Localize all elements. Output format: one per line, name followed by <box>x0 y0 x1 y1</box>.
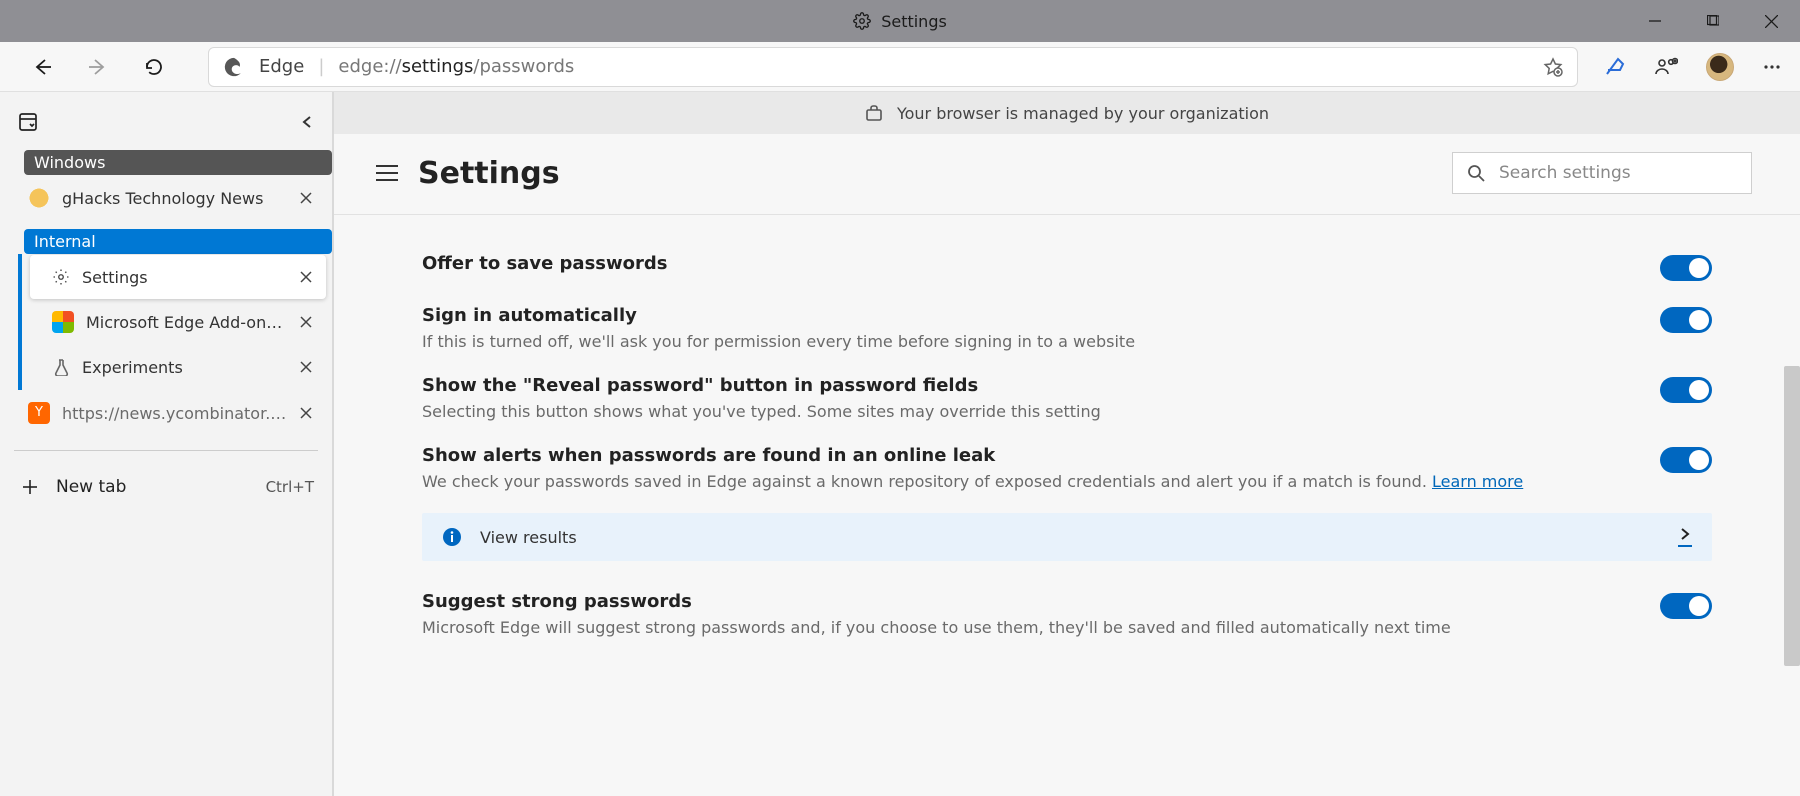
setting-label: Sign in automatically <box>422 305 1660 326</box>
browser-toolbar: Edge | edge://settings/passwords <box>0 42 1800 92</box>
setting-suggest-strong: Suggest strong passwords Microsoft Edge … <box>422 579 1712 649</box>
search-icon <box>1467 164 1485 182</box>
learn-more-link[interactable]: Learn more <box>1432 472 1523 491</box>
info-icon <box>442 527 462 547</box>
window-title: Settings <box>881 12 947 31</box>
settings-header: Settings Search settings <box>334 134 1800 215</box>
setting-leak-alerts: Show alerts when passwords are found in … <box>422 433 1712 503</box>
microsoft-favicon <box>52 311 74 333</box>
settings-content: Offer to save passwords Sign in automati… <box>334 215 1800 796</box>
close-icon[interactable] <box>300 192 312 204</box>
new-tab-shortcut: Ctrl+T <box>266 478 314 496</box>
back-button[interactable] <box>18 47 66 87</box>
maximize-button[interactable] <box>1684 0 1742 42</box>
tab-label: Settings <box>82 268 288 287</box>
view-results-label: View results <box>480 528 577 547</box>
close-icon[interactable] <box>300 361 312 373</box>
tab-experiments[interactable]: Experiments <box>30 345 326 389</box>
banner-text: Your browser is managed by your organiza… <box>897 104 1269 123</box>
tab-ycombinator[interactable]: Y https://news.ycombinator.com/lo <box>6 391 326 435</box>
search-settings-input[interactable]: Search settings <box>1452 152 1752 194</box>
tab-label: Microsoft Edge Add-ons - T… <box>86 313 288 332</box>
search-placeholder: Search settings <box>1499 163 1631 183</box>
toggle-reveal-password[interactable] <box>1660 377 1712 403</box>
new-tab-label: New tab <box>56 477 126 497</box>
setting-signin-auto: Sign in automatically If this is turned … <box>422 293 1712 363</box>
forward-button[interactable] <box>74 47 122 87</box>
address-url: edge://settings/passwords <box>338 56 574 77</box>
setting-description: Selecting this button shows what you've … <box>422 402 1660 421</box>
toggle-signin-auto[interactable] <box>1660 307 1712 333</box>
tab-label: https://news.ycombinator.com/lo <box>62 404 288 423</box>
gear-icon <box>52 268 70 286</box>
toggle-suggest-strong[interactable] <box>1660 593 1712 619</box>
toggle-leak-alerts[interactable] <box>1660 447 1712 473</box>
vertical-tabs-pane: Windows gHacks Technology News Internal … <box>0 92 334 796</box>
close-icon[interactable] <box>300 316 312 328</box>
address-product: Edge <box>259 56 304 77</box>
setting-description: If this is turned off, we'll ask you for… <box>422 332 1660 351</box>
close-icon[interactable] <box>300 407 312 419</box>
menu-icon[interactable] <box>376 164 398 182</box>
setting-description: We check your passwords saved in Edge ag… <box>422 472 1660 491</box>
collapse-pane-button[interactable] <box>300 115 314 129</box>
tab-group-internal[interactable]: Internal <box>24 229 332 254</box>
setting-reveal-password: Show the "Reveal password" button in pas… <box>422 363 1712 433</box>
setting-label: Show alerts when passwords are found in … <box>422 445 1660 466</box>
briefcase-icon <box>865 104 883 122</box>
tab-addons[interactable]: Microsoft Edge Add-ons - T… <box>30 300 326 344</box>
flask-icon <box>52 358 70 376</box>
tab-label: gHacks Technology News <box>62 189 288 208</box>
more-icon[interactable] <box>1762 57 1782 77</box>
reload-button[interactable] <box>130 47 178 87</box>
address-bar[interactable]: Edge | edge://settings/passwords <box>208 47 1578 87</box>
tab-settings[interactable]: Settings <box>30 255 326 299</box>
setting-label: Show the "Reveal password" button in pas… <box>422 375 1660 396</box>
profile-avatar[interactable] <box>1706 53 1734 81</box>
yc-favicon: Y <box>28 402 50 424</box>
tabs-panel-icon[interactable] <box>18 112 38 132</box>
minimize-button[interactable] <box>1626 0 1684 42</box>
favorite-icon[interactable] <box>1543 57 1563 77</box>
tab-label: Experiments <box>82 358 288 377</box>
ghacks-favicon <box>28 187 50 209</box>
new-tab-button[interactable]: New tab Ctrl+T <box>0 465 332 509</box>
settings-page: Your browser is managed by your organiza… <box>334 92 1800 796</box>
close-icon[interactable] <box>300 271 312 283</box>
setting-offer-save: Offer to save passwords <box>422 241 1712 293</box>
edge-logo-icon <box>223 56 245 78</box>
page-title: Settings <box>418 156 560 191</box>
setting-label: Suggest strong passwords <box>422 591 1660 612</box>
setting-description: Microsoft Edge will suggest strong passw… <box>422 618 1660 637</box>
people-icon[interactable] <box>1654 56 1678 78</box>
window-titlebar: Settings <box>0 0 1800 42</box>
close-button[interactable] <box>1742 0 1800 42</box>
managed-banner: Your browser is managed by your organiza… <box>334 92 1800 134</box>
toggle-offer-save[interactable] <box>1660 255 1712 281</box>
setting-label: Offer to save passwords <box>422 253 1660 274</box>
gear-icon <box>853 12 871 30</box>
scrollbar[interactable] <box>1784 366 1800 666</box>
tab-group-windows[interactable]: Windows <box>24 150 332 175</box>
scribble-icon[interactable] <box>1604 56 1626 78</box>
tab-ghacks[interactable]: gHacks Technology News <box>6 176 326 220</box>
divider <box>14 450 318 451</box>
view-results-card[interactable]: View results <box>422 513 1712 561</box>
chevron-right-icon <box>1678 527 1692 547</box>
